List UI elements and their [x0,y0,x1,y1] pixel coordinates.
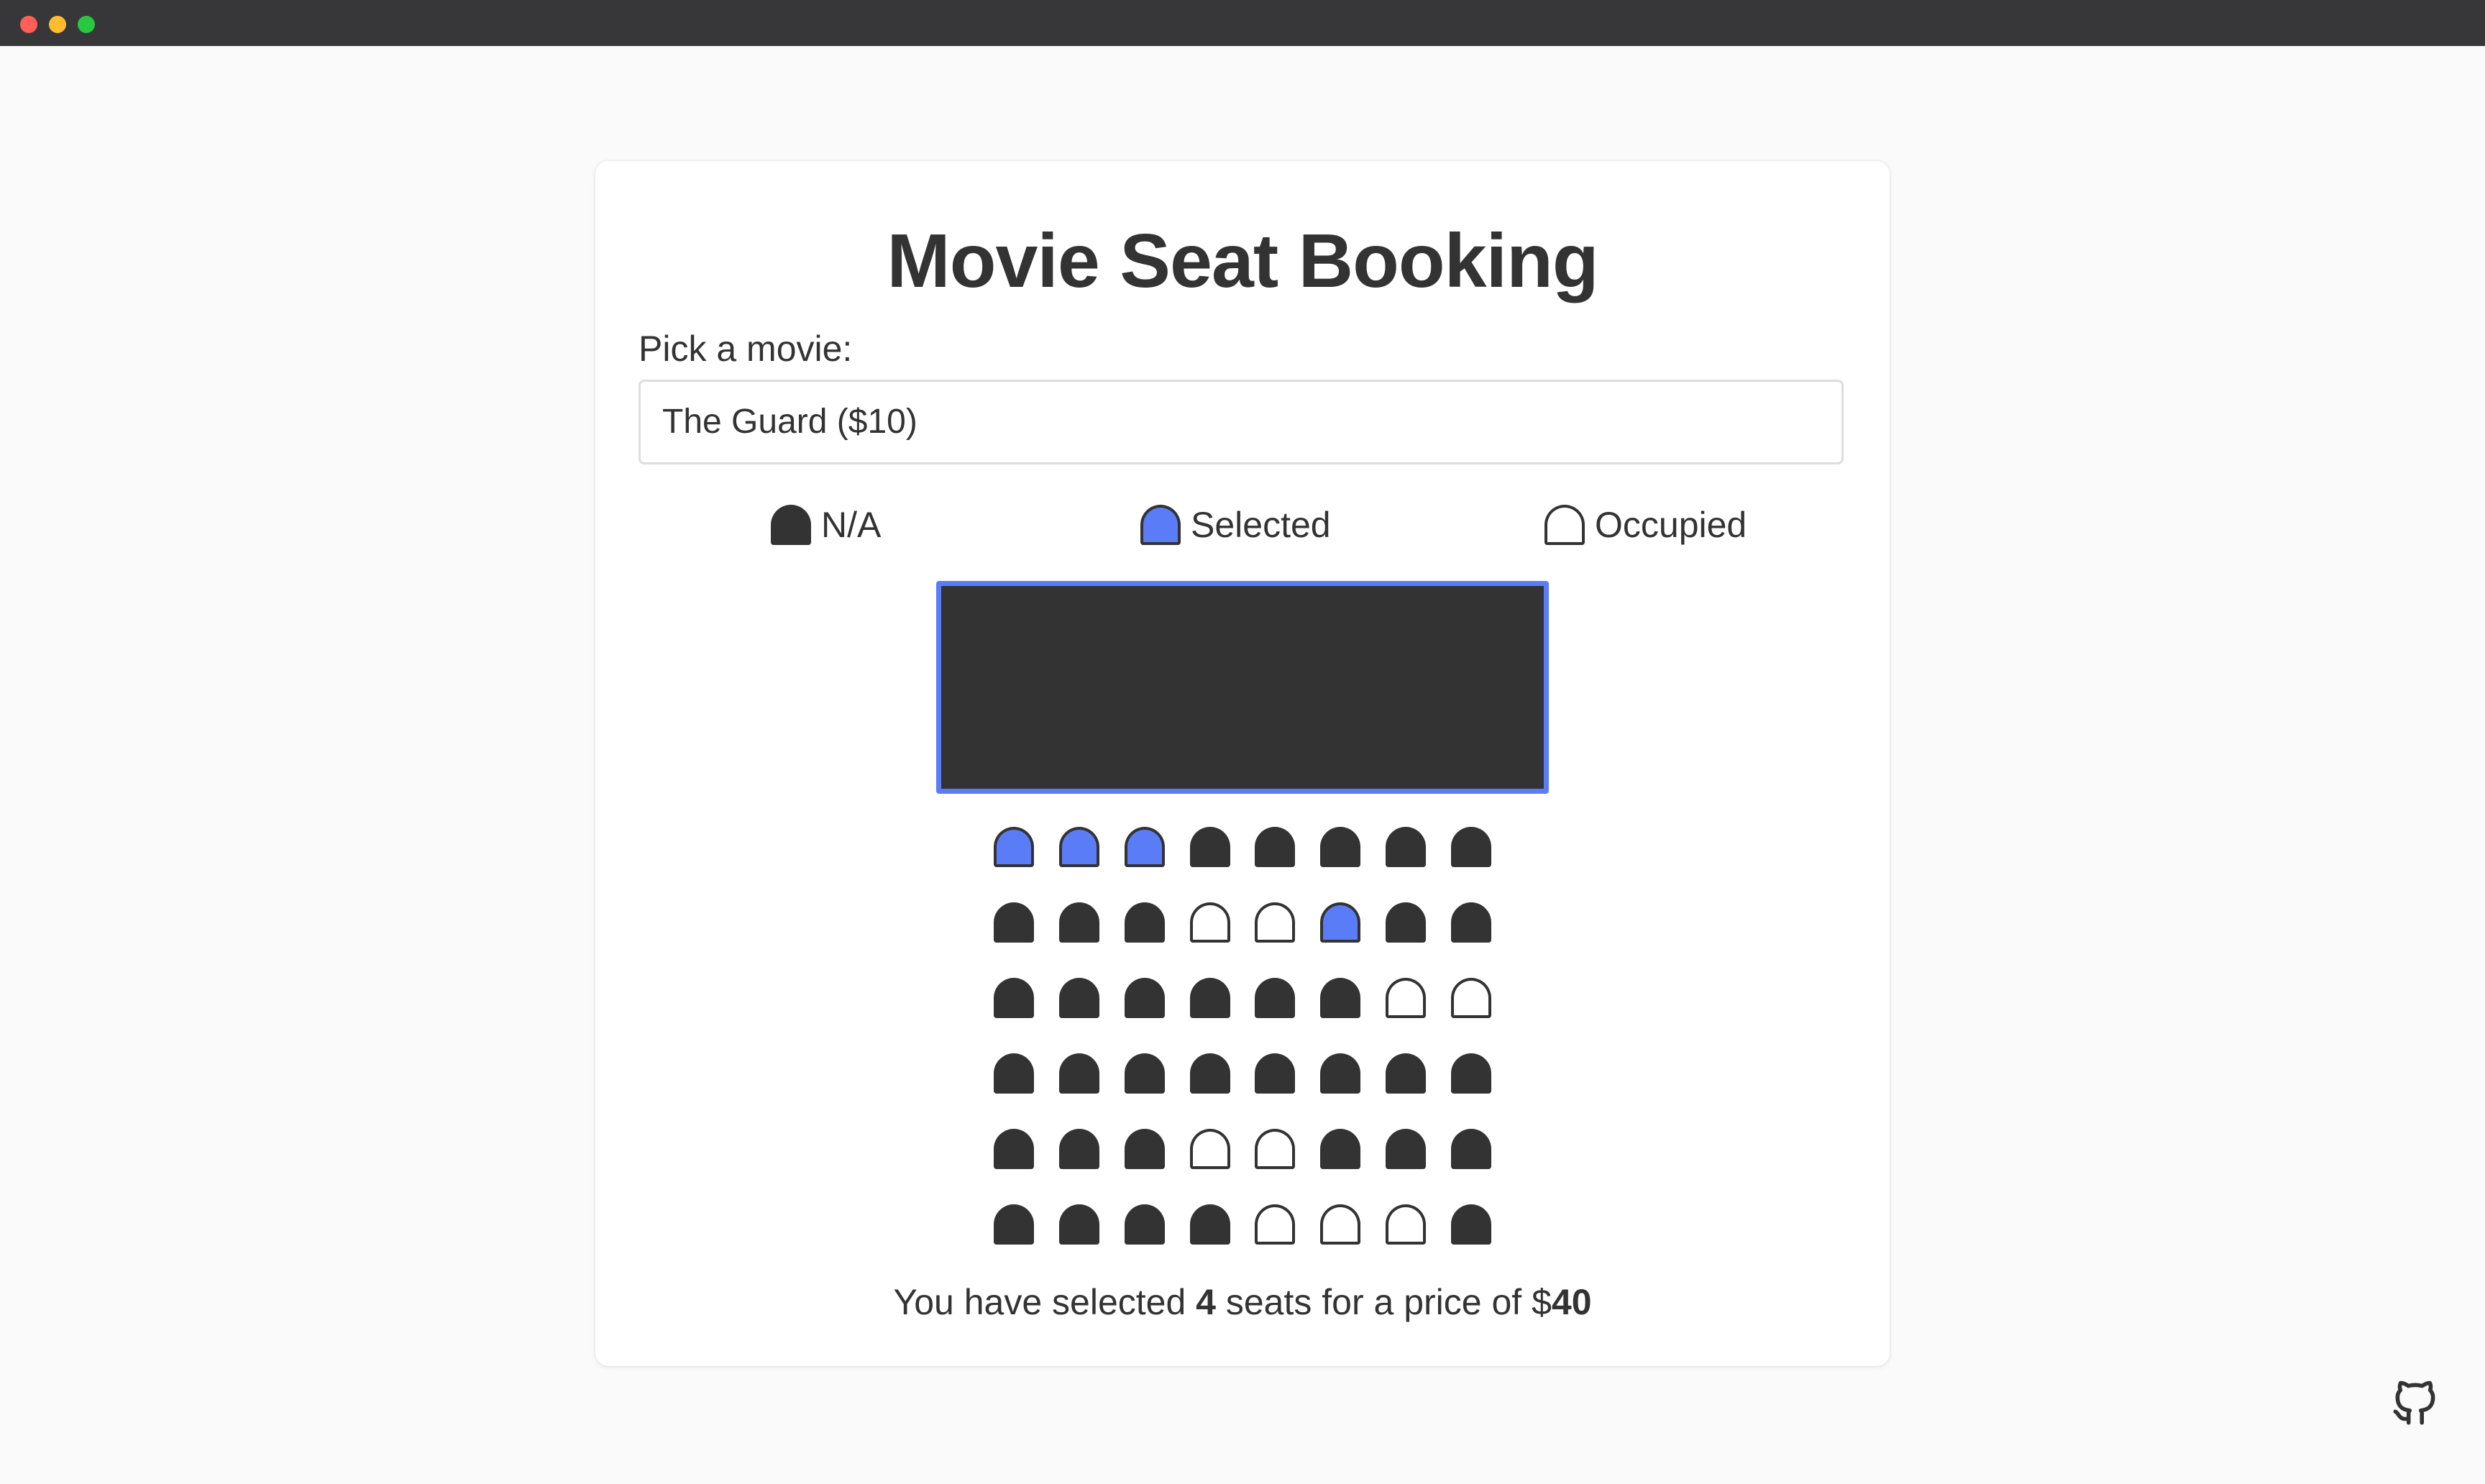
close-window-button[interactable] [20,16,37,33]
seat-row [994,978,1491,1018]
seat-row [994,1204,1491,1245]
seat-na[interactable] [1124,902,1165,943]
legend-selected-label: Selected [1191,505,1331,545]
seat-selected[interactable] [1320,902,1361,943]
seat-occupied [1255,1129,1296,1169]
seat-na[interactable] [1189,978,1230,1018]
seat-occupied [1386,978,1427,1018]
seat-occupied [1255,1204,1296,1245]
seat-na[interactable] [1124,978,1165,1018]
seat-na[interactable] [1450,1053,1491,1094]
seat-na[interactable] [994,902,1034,943]
seat-selected-icon [1140,505,1181,545]
seat-row [994,902,1491,943]
seat-na[interactable] [1189,1204,1230,1245]
seat-occupied [1189,902,1230,943]
seat-occupied [1450,978,1491,1018]
seat-na[interactable] [1124,1053,1165,1094]
seat-grid [994,827,1491,1280]
seat-na[interactable] [1058,1204,1099,1245]
seat-na[interactable] [1320,827,1361,867]
seat-na[interactable] [1058,902,1099,943]
booking-card: Movie Seat Booking Pick a movie: The Gua… [595,161,1890,1366]
legend-occupied: Occupied [1544,502,1747,548]
seat-na[interactable] [994,1129,1034,1169]
seat-na[interactable] [1386,902,1427,943]
seat-na[interactable] [1255,827,1296,867]
seat-na[interactable] [1386,1053,1427,1094]
legend-selected: Selected [1140,502,1331,548]
seat-na[interactable] [1386,1129,1427,1169]
seat-occupied [1189,1129,1230,1169]
seat-na[interactable] [1124,1129,1165,1169]
seat-occupied [1386,1204,1427,1245]
seat-na[interactable] [1386,827,1427,867]
legend-na-label: N/A [821,505,882,545]
selected-seat-count: 4 [1196,1282,1216,1322]
movie-screen [936,581,1549,794]
booking-summary: You have selected 4 seats for a price of… [595,1277,1890,1327]
seat-na[interactable] [1450,1204,1491,1245]
seat-na[interactable] [994,1053,1034,1094]
seat-na-icon [771,505,811,545]
seat-selected[interactable] [994,827,1034,867]
seat-selected[interactable] [1058,827,1099,867]
seat-na[interactable] [1189,827,1230,867]
total-price: 40 [1551,1282,1592,1322]
seat-na[interactable] [1058,978,1099,1018]
seat-na[interactable] [1255,1053,1296,1094]
window-titlebar [0,0,2485,46]
seat-na[interactable] [1320,1053,1361,1094]
seat-na[interactable] [1450,827,1491,867]
seat-row [994,1053,1491,1094]
seat-na[interactable] [1255,978,1296,1018]
seat-occupied-icon [1544,505,1585,545]
seat-row [994,827,1491,867]
summary-middle: seats for a price of $ [1215,1282,1552,1322]
github-icon[interactable] [2389,1376,2442,1429]
page-title: Movie Seat Booking [887,219,1598,303]
seat-selected[interactable] [1124,827,1165,867]
seat-na[interactable] [994,978,1034,1018]
seat-na[interactable] [1189,1053,1230,1094]
legend-na: N/A [771,502,881,548]
seat-occupied [1320,1204,1361,1245]
minimize-window-button[interactable] [49,16,66,33]
movie-picker-label: Pick a movie: [639,329,853,369]
seat-na[interactable] [1450,902,1491,943]
seat-na[interactable] [1058,1129,1099,1169]
legend-occupied-label: Occupied [1595,505,1747,545]
seat-occupied [1255,902,1296,943]
maximize-window-button[interactable] [78,16,95,33]
seat-na[interactable] [1124,1204,1165,1245]
movie-select[interactable]: The Guard ($10) [639,380,1844,464]
seat-na[interactable] [1320,1129,1361,1169]
seat-row [994,1129,1491,1169]
seat-na[interactable] [1320,978,1361,1018]
seat-na[interactable] [1450,1129,1491,1169]
seat-na[interactable] [994,1204,1034,1245]
seat-na[interactable] [1058,1053,1099,1094]
summary-prefix: You have selected [893,1282,1196,1322]
